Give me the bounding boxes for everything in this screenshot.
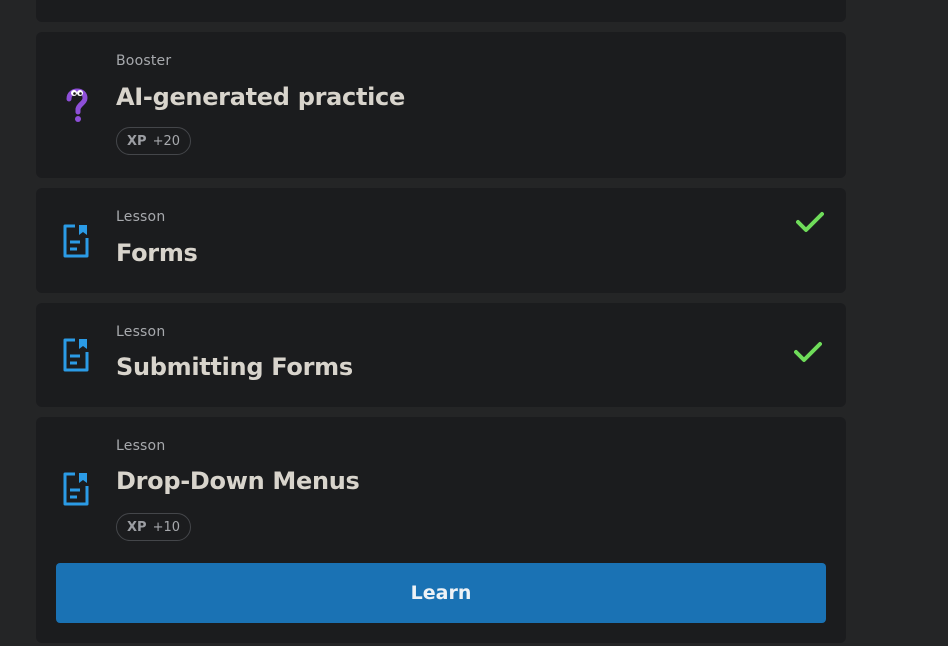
- item-type-label: Booster: [116, 53, 172, 69]
- xp-label: XP: [127, 133, 147, 149]
- xp-label: XP: [127, 519, 147, 535]
- list-item-ai-practice[interactable]: Booster AI-generated practice XP +20: [36, 32, 846, 178]
- learn-button[interactable]: Learn: [56, 563, 826, 623]
- item-title: Forms: [116, 239, 198, 267]
- question-mark-icon: [66, 88, 88, 122]
- checkmark-icon: [794, 342, 822, 362]
- item-type-label: Lesson: [116, 324, 166, 340]
- xp-value: +10: [152, 519, 180, 535]
- lesson-document-icon: [63, 224, 89, 258]
- lesson-document-icon: [63, 338, 89, 372]
- xp-badge: XP +20: [116, 127, 191, 155]
- list-item-submitting-forms[interactable]: Lesson Submitting Forms: [36, 303, 846, 407]
- item-title: AI-generated practice: [116, 83, 405, 111]
- checkmark-icon: [796, 212, 824, 232]
- item-type-label: Lesson: [116, 209, 166, 225]
- list-item-drop-down-menus[interactable]: Lesson Drop-Down Menus XP +10 Learn: [36, 417, 846, 643]
- list-item-forms[interactable]: Lesson Forms: [36, 188, 846, 293]
- xp-value: +20: [152, 133, 180, 149]
- previous-item-card[interactable]: [36, 0, 846, 22]
- item-title: Submitting Forms: [116, 353, 353, 381]
- xp-badge: XP +10: [116, 513, 191, 541]
- lesson-document-icon: [63, 472, 89, 506]
- item-type-label: Lesson: [116, 438, 166, 454]
- item-title: Drop-Down Menus: [116, 467, 360, 495]
